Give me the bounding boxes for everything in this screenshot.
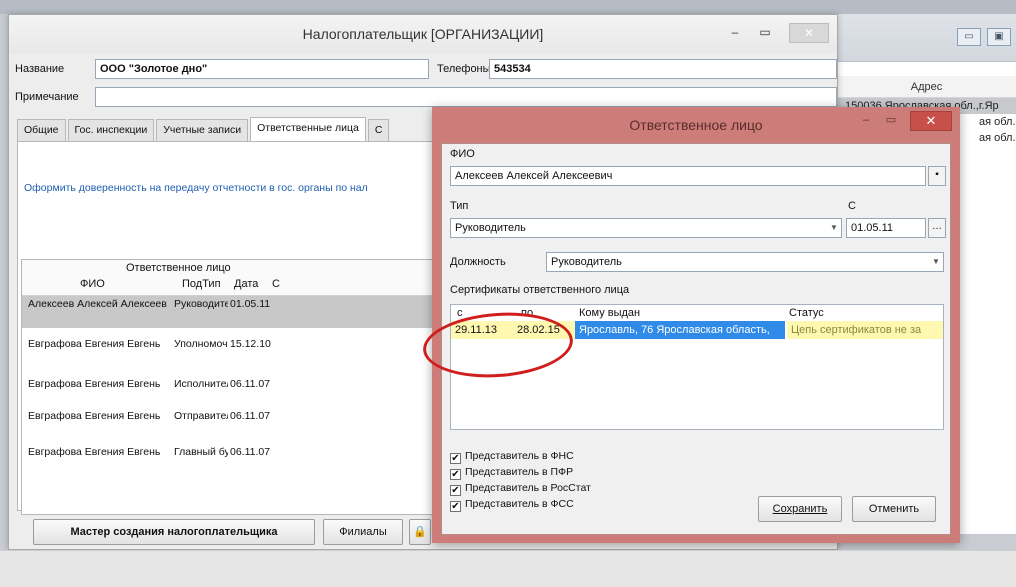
cell-subtype: Исполнитель (174, 378, 228, 390)
lock-icon[interactable]: 🔒 (409, 519, 431, 545)
note-field[interactable] (95, 87, 837, 107)
checkbox-label: Представитель в РосСтат (465, 482, 591, 494)
tab-inspections[interactable]: Гос. инспекции (67, 119, 155, 141)
minimize-button[interactable]: – (725, 23, 745, 43)
column-header-status[interactable]: Статус (789, 307, 824, 319)
grid-group-header: Ответственное лицо (126, 262, 231, 274)
phone-field[interactable]: 543534 (489, 59, 837, 79)
chevron-down-icon[interactable]: ▼ (827, 219, 841, 237)
column-header-from[interactable]: с (457, 307, 463, 319)
checkbox-label: Представитель в ПФР (465, 466, 574, 478)
fss-checkbox[interactable]: ✔ Представитель в ФСС (450, 498, 640, 512)
pfr-checkbox[interactable]: ✔ Представитель в ПФР (450, 466, 640, 480)
fio-label: ФИО (450, 148, 475, 160)
checkmark-icon[interactable]: ✔ (450, 485, 461, 496)
tab-strip: Общие Гос. инспекции Учетные записи Отве… (17, 117, 391, 141)
tab-responsible-persons[interactable]: Ответственные лица (250, 117, 366, 141)
responsible-persons-grid: Ответственное лицо ФИО ПодТип Дата С Але… (21, 259, 446, 515)
taxpayer-wizard-button[interactable]: Мастер создания налогоплательщика (33, 519, 315, 545)
checkmark-icon[interactable]: ✔ (450, 453, 461, 464)
save-button[interactable]: Сохранить (758, 496, 842, 522)
desktop-bottom (0, 550, 1016, 587)
type-select-value: Руководитель (455, 222, 526, 234)
from-label: С (848, 200, 856, 212)
cell-fio: Евграфова Евгения Евгень (28, 378, 161, 390)
table-row[interactable]: Евграфова Евгения Евгень Главный бух 06.… (22, 444, 446, 476)
chevron-down-icon[interactable]: ▼ (929, 253, 943, 271)
cell-date: 06.11.07 (230, 378, 271, 390)
cell-date: 06.11.07 (230, 410, 271, 422)
cell-issued-to: Ярославль, 76 Ярославская область, (575, 321, 785, 339)
dialog-close-button[interactable]: ✕ (910, 111, 952, 131)
checkbox-label: Представитель в ФСС (465, 498, 574, 510)
cell-date: 15.12.10 (230, 338, 271, 350)
table-row[interactable]: Евграфова Евгения Евгень Исполнитель 06.… (22, 376, 446, 408)
type-select[interactable]: Руководитель ▼ (450, 218, 842, 238)
phone-label: Телефоны (437, 63, 491, 75)
cell-status: Цепь сертификатов не за (787, 321, 943, 339)
from-date-field[interactable]: 01.05.11 (846, 218, 926, 238)
tab-accounts[interactable]: Учетные записи (156, 119, 249, 141)
cell-fio: Евграфова Евгения Евгень (28, 446, 161, 458)
grid-header: Ответственное лицо ФИО ПодТип Дата С (22, 260, 444, 296)
checkmark-icon[interactable]: ✔ (450, 469, 461, 480)
cell-fio: Алексеев Алексей Алексеев (28, 298, 167, 310)
restore-button[interactable]: ▭ (957, 28, 981, 46)
position-label: Должность (450, 256, 506, 268)
close-button[interactable]: ✕ (789, 23, 829, 43)
cell-subtype: Руководител (174, 298, 228, 310)
checkbox-label: Представитель в ФНС (465, 450, 574, 462)
column-header-subtype[interactable]: ПодТип (182, 278, 221, 290)
dialog-minimize-button[interactable]: – (858, 111, 874, 131)
branches-button[interactable]: Филиалы (323, 519, 403, 545)
note-label: Примечание (15, 91, 79, 103)
certificates-label: Сертификаты ответственного лица (450, 284, 630, 296)
cancel-button[interactable]: Отменить (852, 496, 936, 522)
name-label: Название (15, 63, 65, 75)
maximize-button[interactable]: ▣ (987, 28, 1011, 46)
background-window-titlebar: ▭ ▣ (837, 14, 1016, 62)
dialog-maximize-button[interactable]: ▭ (882, 111, 900, 131)
fio-picker-button[interactable]: ▪ (928, 166, 946, 186)
cell-fio: Евграфова Евгения Евгень (28, 410, 161, 422)
address-column-header[interactable]: Адрес (837, 76, 1016, 98)
tab-more[interactable]: С (367, 119, 390, 141)
cell-date: 06.11.07 (230, 446, 271, 458)
cell-subtype: Уполномоче (174, 338, 228, 350)
power-of-attorney-link[interactable]: Оформить доверенность на передачу отчетн… (24, 182, 444, 194)
dialog-title: Ответственное лицо (629, 117, 763, 133)
name-field[interactable]: ООО "Золотое дно" (95, 59, 429, 79)
tab-general[interactable]: Общие (17, 119, 66, 141)
position-select-value: Руководитель (551, 256, 622, 268)
column-header-issued-to[interactable]: Кому выдан (579, 307, 640, 319)
column-header-fio[interactable]: ФИО (80, 278, 105, 290)
taxpayer-window-titlebar: Налогоплательщик [ОРГАНИЗАЦИИ] – ▭ ✕ (9, 15, 837, 53)
table-row[interactable]: Евграфова Евгения Евгень Отправитель 06.… (22, 408, 446, 440)
rosstat-checkbox[interactable]: ✔ Представитель в РосСтат (450, 482, 640, 496)
cell-subtype: Отправитель (174, 410, 228, 422)
cell-subtype: Главный бух (174, 446, 228, 458)
column-header-from[interactable]: С (272, 278, 280, 290)
column-header-date[interactable]: Дата (234, 278, 258, 290)
table-row[interactable]: Алексеев Алексей Алексеев Руководител 01… (22, 296, 446, 328)
date-picker-button[interactable]: … (928, 218, 946, 238)
window-title: Налогоплательщик [ОРГАНИЗАЦИИ] (302, 26, 544, 42)
cell-date: 01.05.11 (230, 298, 271, 310)
type-label: Тип (450, 200, 469, 212)
desktop-strip (0, 0, 1016, 14)
fio-field[interactable]: Алексеев Алексей Алексеевич (450, 166, 926, 186)
maximize-button[interactable]: ▭ (755, 23, 775, 43)
cell-fio: Евграфова Евгения Евгень (28, 338, 161, 350)
table-row[interactable]: Евграфова Евгения Евгень Уполномоче 15.1… (22, 336, 446, 368)
position-select[interactable]: Руководитель ▼ (546, 252, 944, 272)
fns-checkbox[interactable]: ✔ Представитель в ФНС (450, 450, 640, 464)
checkmark-icon[interactable]: ✔ (450, 501, 461, 512)
